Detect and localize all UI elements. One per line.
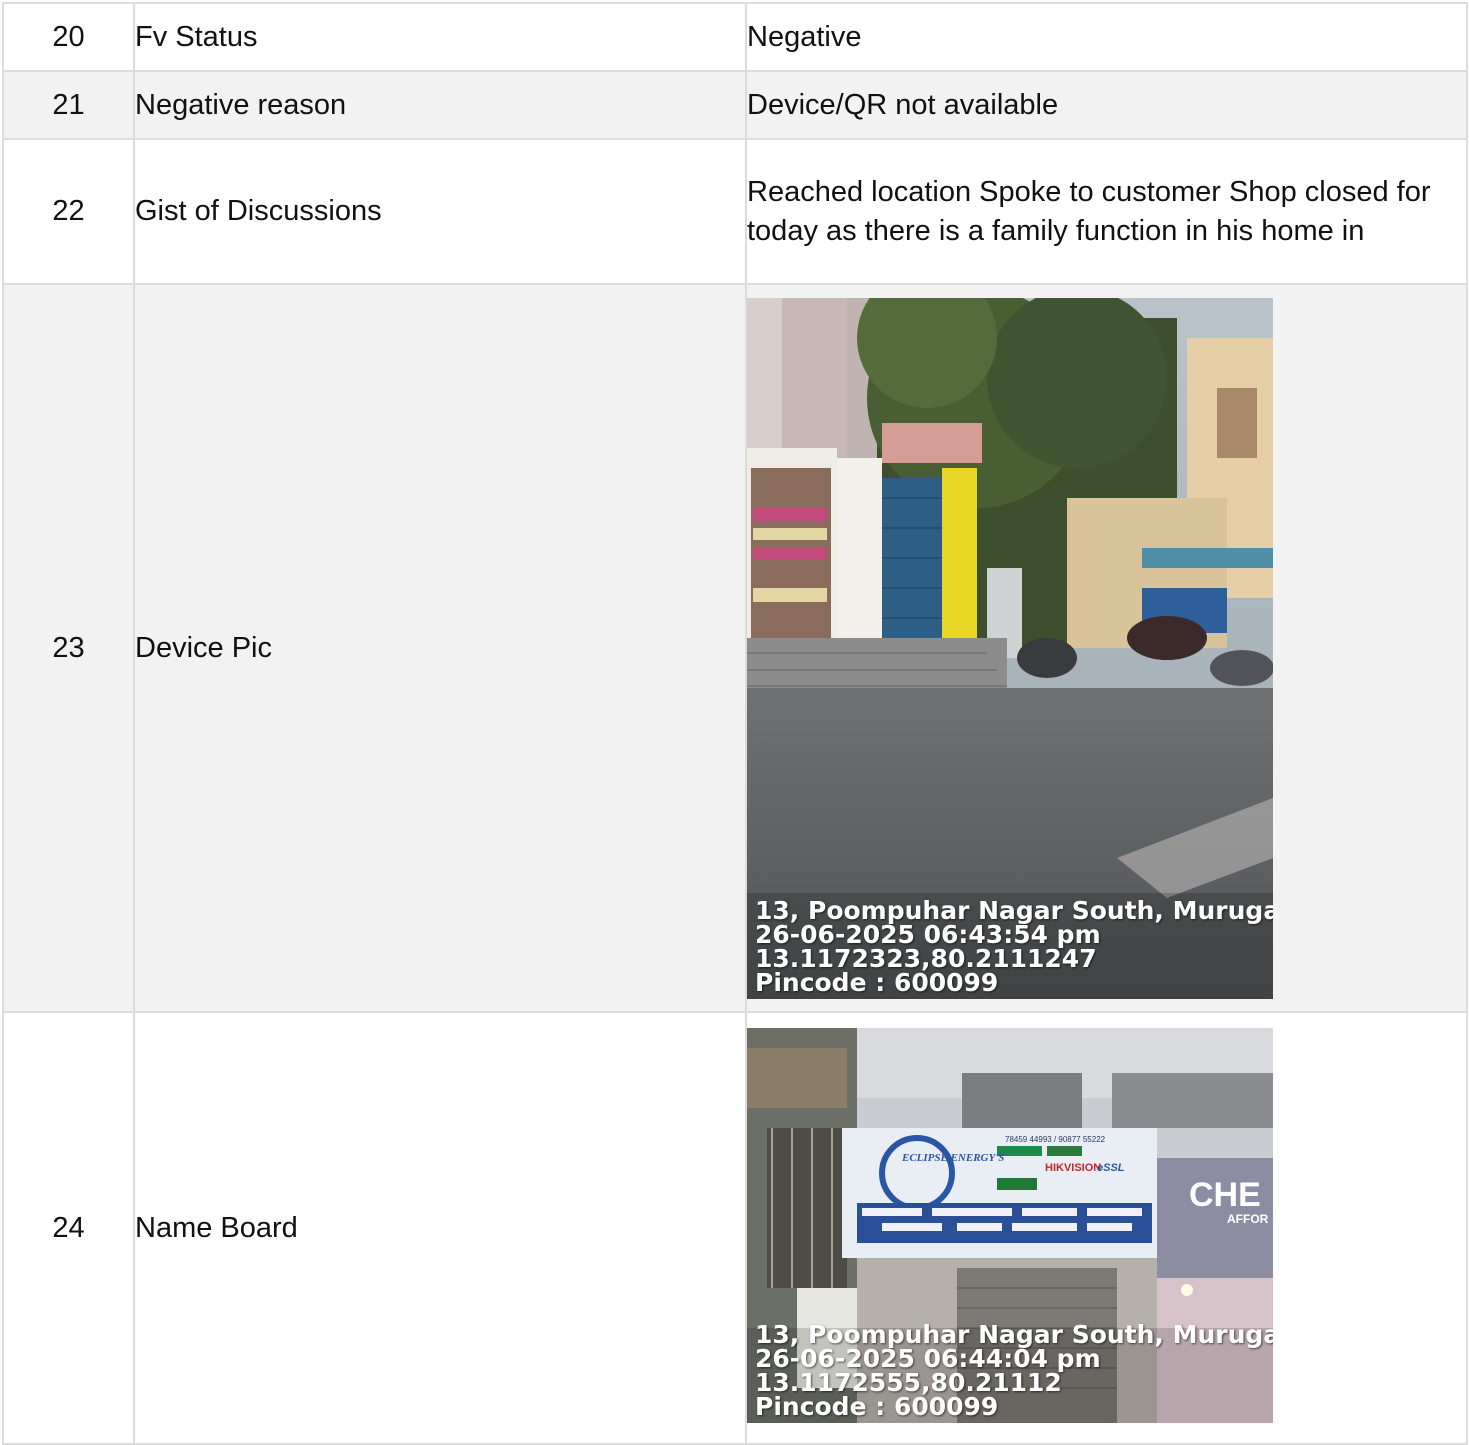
row-value: Negative xyxy=(745,2,1468,72)
photo-coords: 13.1172323,80.2111247 xyxy=(755,943,1097,973)
row-value: Reached location Spoke to customer Shop … xyxy=(745,138,1468,285)
row-value: 13, Poompuhar Nagar South, Murugan Nagar… xyxy=(745,283,1468,1013)
table-row: 23 Device Pic 13, Poompuhar Nagar South,… xyxy=(2,283,1468,1013)
row-number: 22 xyxy=(2,138,135,285)
row-number: 21 xyxy=(2,70,135,140)
row-label: Name Board xyxy=(133,1011,747,1445)
row-value: Device/QR not available xyxy=(745,70,1468,140)
board-title: ECLIPSE ENERGY'S xyxy=(901,1152,1004,1164)
side-sign: CHE xyxy=(1189,1176,1261,1214)
row-label: Device Pic xyxy=(133,283,747,1013)
side-sign-sub: AFFOR xyxy=(1227,1212,1269,1226)
photo-address: 13, Poompuhar Nagar South, Murugan Nagar xyxy=(755,895,1273,925)
device-photo-stamp: 13, Poompuhar Nagar South, Murugan Nagar… xyxy=(755,895,1273,997)
table-row: 21 Negative reason Device/QR not availab… xyxy=(2,70,1468,140)
row-label: Gist of Discussions xyxy=(133,138,747,285)
table-row: 20 Fv Status Negative xyxy=(2,2,1468,72)
photo-pincode: Pincode : 600099 xyxy=(755,967,999,997)
row-number: 24 xyxy=(2,1011,135,1445)
table-row: 24 Name Board HIKVISION eSSL ECLIPSE ENE… xyxy=(2,1011,1468,1445)
board-phone: 78459 44993 / 90877 55222 xyxy=(1005,1135,1106,1144)
board-brand-text: eSSL xyxy=(1097,1162,1125,1174)
name-board-photo-stamp: 13, Poompuhar Nagar South, Murugan Nagar… xyxy=(755,1322,1273,1421)
device-photo: 13, Poompuhar Nagar South, Murugan Nagar… xyxy=(747,297,1273,999)
photo-datetime: 26-06-2025 06:43:54 pm xyxy=(755,919,1101,949)
row-value: HIKVISION eSSL ECLIPSE ENERGY'S 78459 44… xyxy=(745,1011,1468,1445)
photo-pincode: Pincode : 600099 xyxy=(755,1392,999,1421)
row-number: 20 xyxy=(2,2,135,72)
board-brand-text: HIKVISION xyxy=(1045,1162,1101,1174)
row-number: 23 xyxy=(2,283,135,1013)
row-label: Negative reason xyxy=(133,70,747,140)
name-board-photo: HIKVISION eSSL ECLIPSE ENERGY'S 78459 44… xyxy=(747,1028,1273,1423)
table-row: 22 Gist of Discussions Reached location … xyxy=(2,138,1468,285)
report-table: 20 Fv Status Negative 21 Negative reason… xyxy=(2,2,1468,1445)
row-label: Fv Status xyxy=(133,2,747,72)
device-photo-image xyxy=(747,297,1273,999)
